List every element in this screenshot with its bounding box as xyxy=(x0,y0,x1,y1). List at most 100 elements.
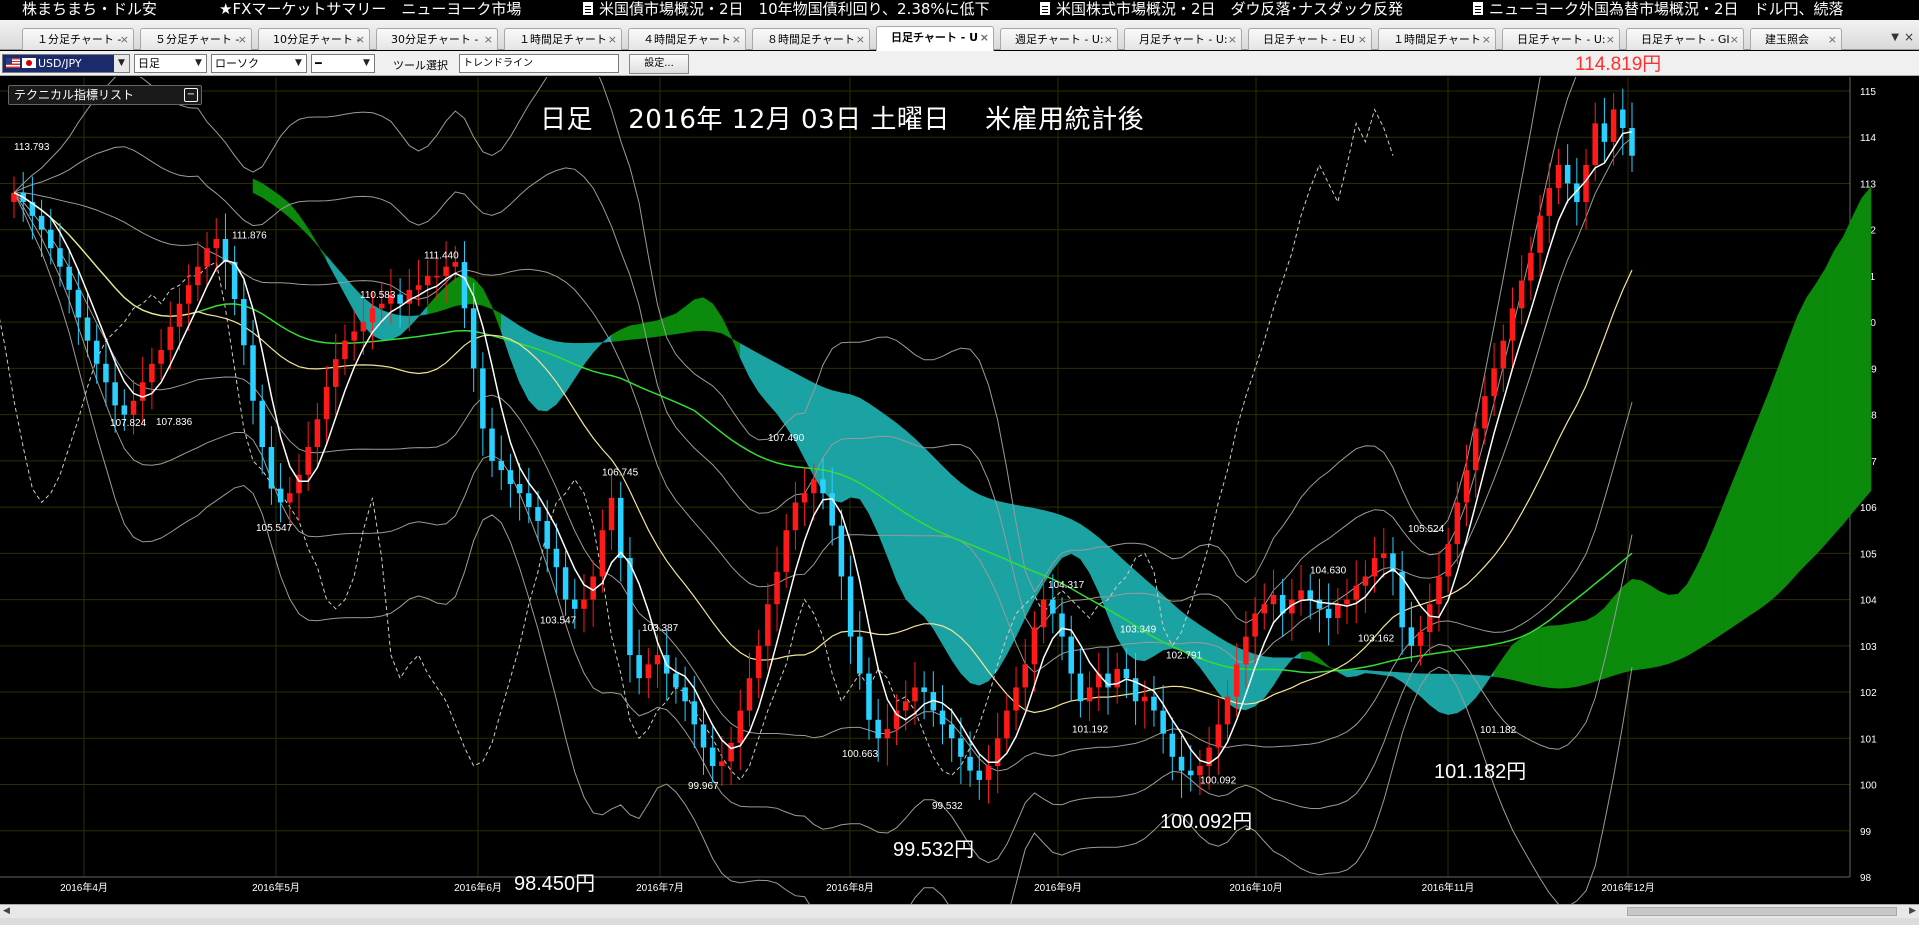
bearish-candle xyxy=(66,266,72,290)
news-ticker: 株まちまち・ドル安 ★FXマーケットサマリー ニューヨーク市場 米国債市場概況・… xyxy=(0,0,1919,20)
bearish-candle xyxy=(967,756,973,771)
scroll-left-icon[interactable]: ◀ xyxy=(3,905,10,918)
minimize-icon[interactable]: − xyxy=(184,88,198,102)
ichimoku-cloud-segment xyxy=(1843,216,1853,525)
bearish-candle xyxy=(939,710,946,725)
ichimoku-cloud-segment xyxy=(1622,578,1633,673)
bullish-candle xyxy=(1252,613,1258,637)
close-icon[interactable]: × xyxy=(484,29,493,50)
horizontal-scrollbar[interactable]: ◀ ▶ xyxy=(0,904,1919,918)
bullish-candle xyxy=(1086,687,1093,702)
ichimoku-cloud-segment xyxy=(326,255,337,278)
bearish-candle xyxy=(866,673,872,720)
close-window-icon[interactable]: × xyxy=(1904,30,1914,44)
close-icon[interactable]: × xyxy=(120,29,129,50)
bearish-candle xyxy=(121,405,128,415)
close-icon[interactable]: × xyxy=(1228,29,1237,50)
chart-type-select[interactable]: ローソク ▼ xyxy=(211,54,307,73)
ichimoku-cloud-segment xyxy=(767,358,778,415)
price-chart-area[interactable]: 1151141131121111101091081071061051041031… xyxy=(0,77,1919,904)
ichimoku-cloud-segment xyxy=(1475,674,1486,699)
candlestick-chart[interactable]: 1151141131121111101091081071061051041031… xyxy=(0,77,1919,904)
tab-1min-chart[interactable]: １分足チャート - × xyxy=(22,28,134,50)
tab-label: 週足チャート - U: xyxy=(1015,33,1104,46)
news-item[interactable]: ニューヨーク外国為替市場概況・2日 ドル円、続落 xyxy=(1473,0,1844,20)
news-item[interactable]: 米国債市場概況・2日 10年物国債利回り、2.38%に低下 xyxy=(583,0,990,20)
close-icon[interactable]: × xyxy=(356,29,365,50)
tab-label: 月足チャート - U: xyxy=(1139,33,1228,46)
bullish-candle xyxy=(774,571,780,605)
bearish-candle xyxy=(553,548,560,568)
close-icon[interactable]: × xyxy=(238,29,247,50)
tab-5min-chart[interactable]: ５分足チャート - × xyxy=(140,28,252,50)
ichimoku-cloud-segment xyxy=(307,227,318,246)
news-item[interactable]: 米国株式市場概況・2日 ダウ反落･ナスダック反発 xyxy=(1040,0,1403,20)
bullish-candle xyxy=(985,766,992,780)
tab-4hour-chart[interactable]: ４時間足チャート × xyxy=(628,28,746,50)
bearish-candle xyxy=(397,294,403,304)
scrollbar-thumb[interactable] xyxy=(1627,907,1897,916)
bearish-candle xyxy=(976,770,983,780)
close-icon[interactable]: × xyxy=(1606,29,1615,50)
ichimoku-cloud-segment xyxy=(1677,583,1688,661)
bullish-candle xyxy=(1142,696,1148,702)
tab-list-dropdown-icon[interactable]: ▼ xyxy=(1891,32,1899,43)
tab-daily-chart-eur[interactable]: 日足チャート - EU × xyxy=(1248,28,1372,50)
tab-daily-chart-usdjpy[interactable]: 日足チャート - U × xyxy=(876,26,994,51)
x-tick-label: 2016年6月 xyxy=(454,881,502,894)
ichimoku-cloud-segment xyxy=(785,368,796,442)
currency-pair-select[interactable]: USD/JPY ▼ xyxy=(2,54,130,73)
ichimoku-cloud-segment xyxy=(1806,283,1817,565)
ichimoku-cloud-segment xyxy=(1392,671,1403,683)
y-tick-label: 105 xyxy=(1860,549,1877,560)
ichimoku-cloud-segment xyxy=(592,342,603,354)
tab-1hour-chart-2[interactable]: １時間足チャート × xyxy=(1378,28,1496,50)
close-icon[interactable]: × xyxy=(856,29,865,50)
tab-position-inquiry[interactable]: 建玉照会 × xyxy=(1750,28,1842,50)
indicator-list-panel[interactable]: テクニカル指標リスト − xyxy=(8,85,202,105)
ichimoku-cloud-segment xyxy=(1273,657,1283,687)
tab-30min-chart[interactable]: 30分足チャート - × xyxy=(376,28,498,50)
bullish-candle xyxy=(176,303,183,327)
news-item[interactable]: ★FXマーケットサマリー ニューヨーク市場 xyxy=(219,0,521,20)
bullish-candle xyxy=(443,266,449,276)
tab-daily-chart-2[interactable]: 日足チャート - U: × xyxy=(1502,28,1620,50)
close-icon[interactable]: × xyxy=(608,29,617,50)
ichimoku-cloud-segment xyxy=(740,343,750,378)
news-item[interactable]: 株まちまち・ドル安 xyxy=(22,0,157,20)
close-icon[interactable]: × xyxy=(980,27,989,48)
close-icon[interactable]: × xyxy=(1828,29,1837,50)
x-tick-label: 2016年5月 xyxy=(252,881,300,894)
price-annotation: 103.162 xyxy=(1358,633,1395,644)
bearish-candle xyxy=(480,368,486,429)
tab-daily-chart-gbp[interactable]: 日足チャート - GI × xyxy=(1626,28,1744,50)
close-icon[interactable]: × xyxy=(1358,29,1367,50)
ichimoku-cloud-segment xyxy=(1824,250,1835,546)
bullish-candle xyxy=(1040,599,1047,628)
price-annotation: 103.547 xyxy=(540,616,577,627)
close-icon[interactable]: × xyxy=(732,29,741,50)
line-style-select[interactable]: ━ ▼ xyxy=(311,54,375,73)
tab-weekly-chart[interactable]: 週足チャート - U: × xyxy=(1000,28,1118,50)
ichimoku-cloud-segment xyxy=(427,294,438,315)
bollinger-upper-band xyxy=(13,77,1577,634)
ichimoku-cloud-segment xyxy=(730,336,741,358)
close-icon[interactable]: × xyxy=(1482,29,1491,50)
drawing-tool-field[interactable]: トレンドライン xyxy=(459,54,619,73)
tab-monthly-chart[interactable]: 月足チャート - U: × xyxy=(1124,28,1242,50)
bearish-candle xyxy=(838,525,845,577)
scroll-right-icon[interactable]: ▶ xyxy=(1909,905,1916,918)
price-annotation: 111.876 xyxy=(232,230,267,241)
close-icon[interactable]: × xyxy=(1730,29,1739,50)
close-icon[interactable]: × xyxy=(1104,29,1113,50)
indicator-list-title: テクニカル指標リスト xyxy=(14,88,135,102)
ichimoku-cloud-segment xyxy=(418,305,428,318)
settings-button[interactable]: 設定... xyxy=(629,54,689,74)
bearish-candle xyxy=(1601,123,1608,142)
tab-1hour-chart[interactable]: １時間足チャート × xyxy=(504,28,622,50)
tab-8hour-chart[interactable]: ８時間足チャート × xyxy=(752,28,870,50)
tab-10min-chart[interactable]: 10分足チャート - × xyxy=(258,28,370,50)
ichimoku-cloud-segment xyxy=(1549,625,1559,689)
period-select[interactable]: 日足 ▼ xyxy=(134,54,207,73)
ichimoku-cloud-segment xyxy=(1512,637,1522,683)
